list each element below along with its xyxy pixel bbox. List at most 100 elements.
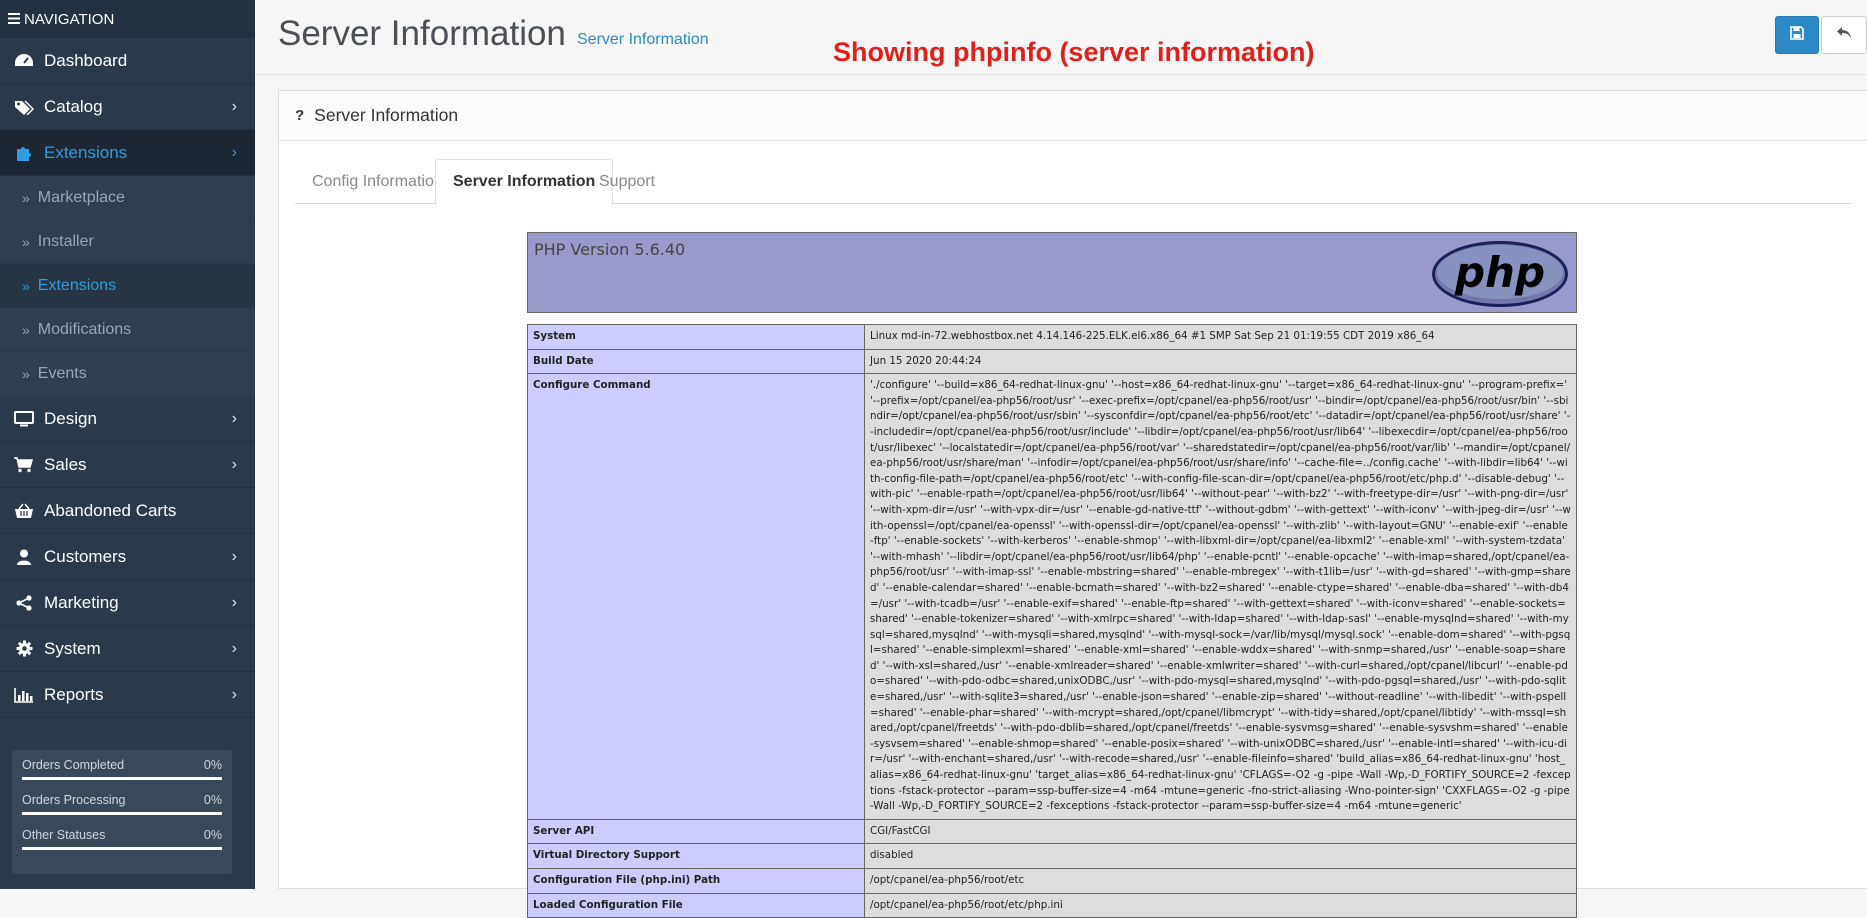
phpinfo-output: PHP Version 5.6.40 php System Linux md-in… <box>527 232 1577 918</box>
stat-orders-processing: Orders Processing 0% <box>22 793 222 815</box>
chevron-right-icon: › <box>231 593 237 611</box>
double-chevron-icon: » <box>22 277 30 294</box>
sidebar-item-label: Catalog <box>44 96 103 116</box>
stat-value: 0% <box>203 758 222 772</box>
php-logo: php <box>1430 239 1570 314</box>
page-title: Server Information <box>278 14 566 53</box>
sidebar-subitem-events[interactable]: » Events <box>0 352 255 396</box>
stat-label: Other Statuses <box>22 828 106 842</box>
save-button[interactable] <box>1775 16 1819 54</box>
chevron-right-icon: › <box>231 97 237 115</box>
sidebar-item-system[interactable]: System › <box>0 626 255 672</box>
desktop-icon <box>13 410 35 427</box>
page-header: Server Information Server Information Sh… <box>255 0 1867 75</box>
hamburger-icon[interactable] <box>8 11 20 28</box>
progress-bar <box>22 847 222 850</box>
dashboard-icon <box>13 53 35 69</box>
annotation-caption: Showing phpinfo (server information) <box>833 37 1315 67</box>
gear-icon <box>13 640 35 657</box>
table-row: Loaded Configuration File/opt/cpanel/ea-… <box>527 892 1577 918</box>
row-value: CGI/FastCGI <box>864 818 1577 845</box>
sidebar-item-abandoned-carts[interactable]: Abandoned Carts <box>0 488 255 534</box>
progress-fill <box>22 812 222 815</box>
row-key: Configuration File (php.ini) Path <box>527 868 865 894</box>
puzzle-icon <box>13 144 35 162</box>
phpinfo-table: System Linux md-in-72.webhostbox.net 4.14… <box>527 324 1577 918</box>
table-row: Server API CGI/FastCGI <box>527 818 1577 845</box>
sidebar-subitem-label: Modifications <box>37 320 132 338</box>
chevron-right-icon: › <box>231 639 237 657</box>
chevron-right-icon: › <box>231 143 237 161</box>
double-chevron-icon: » <box>22 321 30 338</box>
sidebar-item-label: Design <box>44 408 97 428</box>
table-row: Build Date Jun 15 2020 20:44:24 <box>527 348 1577 375</box>
row-value: /opt/cpanel/ea-php56/root/etc <box>864 868 1577 894</box>
sidebar-subitem-marketplace[interactable]: » Marketplace <box>0 176 255 220</box>
php-version: PHP Version 5.6.40 <box>534 240 686 259</box>
save-icon <box>1790 25 1804 45</box>
row-value: /opt/cpanel/ea-php56/root/etc/php.ini <box>864 892 1577 918</box>
table-row: Virtual Directory Support disabled <box>527 843 1577 869</box>
chevron-right-icon: › <box>231 455 237 473</box>
question-icon: ? <box>295 107 305 124</box>
sidebar-item-design[interactable]: Design › <box>0 396 255 442</box>
sidebar-item-label: Dashboard <box>44 50 128 70</box>
main-content: Server Information Server Information Sh… <box>255 0 1867 918</box>
stat-label: Orders Completed <box>22 758 125 772</box>
tab-bar: Config Information Server Information Su… <box>295 159 1851 205</box>
cart-icon <box>13 456 35 473</box>
tags-icon <box>13 99 35 115</box>
stat-value: 0% <box>203 828 222 842</box>
sidebar-item-label: Extensions <box>44 142 128 162</box>
sidebar-item-label: System <box>44 638 101 658</box>
chevron-right-icon: › <box>231 547 237 565</box>
nav-header[interactable]: NAVIGATION <box>0 0 255 38</box>
stat-other-statuses: Other Statuses 0% <box>22 828 222 850</box>
stat-value: 0% <box>203 793 222 807</box>
double-chevron-icon: » <box>22 189 30 206</box>
sidebar-item-marketing[interactable]: Marketing › <box>0 580 255 626</box>
sidebar-item-label: Marketing <box>44 592 119 612</box>
sidebar-subitem-label: Events <box>37 364 87 382</box>
back-button[interactable] <box>1821 16 1867 54</box>
sidebar-subitem-label: Marketplace <box>37 188 125 206</box>
tab-support[interactable]: Support <box>582 159 672 204</box>
sidebar-subitem-modifications[interactable]: » Modifications <box>0 308 255 352</box>
row-value: disabled <box>864 843 1577 869</box>
sidebar-subitem-installer[interactable]: » Installer <box>0 220 255 264</box>
progress-fill <box>22 777 222 780</box>
sidebar-subitem-label: Extensions <box>37 276 117 294</box>
php-logo-text: php <box>1454 248 1545 297</box>
double-chevron-icon: » <box>22 233 30 250</box>
progress-bar <box>22 812 222 815</box>
table-row: System Linux md-in-72.webhostbox.net 4.14… <box>527 324 1577 350</box>
breadcrumb-link[interactable]: Server Information <box>577 31 709 49</box>
row-key: Virtual Directory Support <box>527 843 865 869</box>
sidebar-item-dashboard[interactable]: Dashboard <box>0 38 255 84</box>
sidebar-item-customers[interactable]: Customers › <box>0 534 255 580</box>
row-key: System <box>527 324 865 350</box>
row-value: './configure' '--build=x86_64-redhat-lin… <box>864 373 1577 820</box>
sidebar-item-reports[interactable]: Reports › <box>0 672 255 718</box>
sidebar-item-label: Abandoned Carts <box>44 500 177 520</box>
progress-fill <box>22 847 222 850</box>
sidebar-item-label: Sales <box>44 454 87 474</box>
sidebar: NAVIGATION Dashboard Catalog › Extension… <box>0 0 255 889</box>
reply-icon <box>1836 26 1852 45</box>
chevron-right-icon: › <box>231 409 237 427</box>
sidebar-subitem-extensions[interactable]: » Extensions <box>0 264 255 308</box>
user-icon <box>13 549 35 565</box>
sidebar-item-label: Reports <box>44 684 104 704</box>
basket-icon <box>13 503 35 519</box>
sidebar-item-catalog[interactable]: Catalog › <box>0 84 255 130</box>
bar-chart-icon <box>13 687 35 703</box>
panel-heading: ? Server Information <box>279 91 1867 141</box>
nav-header-label: NAVIGATION <box>24 10 115 28</box>
panel-heading-title: Server Information <box>314 105 459 125</box>
table-row: Configure Command './configure' '--build=… <box>527 373 1577 820</box>
row-key: Server API <box>527 818 865 845</box>
sidebar-item-sales[interactable]: Sales › <box>0 442 255 488</box>
order-stats-panel: Orders Completed 0% Orders Processing 0% O… <box>12 750 232 874</box>
sidebar-item-extensions[interactable]: Extensions › <box>0 130 255 176</box>
stat-orders-completed: Orders Completed 0% <box>22 758 222 780</box>
